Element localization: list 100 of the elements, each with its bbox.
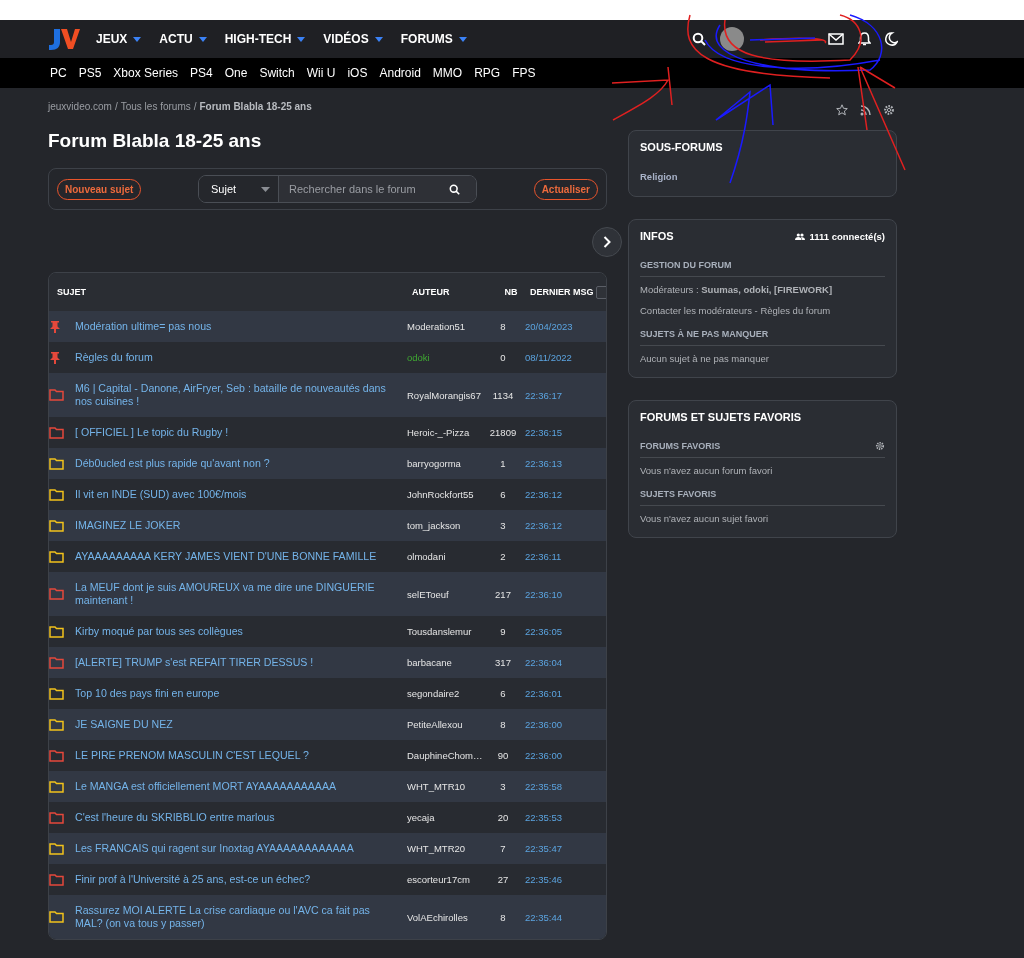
- last-message-time[interactable]: 22:36:01: [522, 687, 588, 700]
- last-message-time[interactable]: 22:36:15: [522, 426, 588, 439]
- last-message-time[interactable]: 22:36:13: [522, 457, 588, 470]
- section-heading: SUJETS FAVORIS: [640, 489, 717, 499]
- topic-link[interactable]: Il vit en INDE (SUD) avec 100€/mois: [75, 488, 404, 501]
- last-message-time[interactable]: 22:36:00: [522, 749, 588, 762]
- topic-link[interactable]: Règles du forum: [75, 351, 404, 364]
- author-name[interactable]: tom_jackson: [404, 519, 484, 532]
- last-message-time[interactable]: 22:36:12: [522, 488, 588, 501]
- folder-icon: [49, 811, 64, 824]
- topic-link[interactable]: Top 10 des pays fini en europe: [75, 687, 404, 700]
- platform-link[interactable]: Xbox Series: [113, 66, 179, 80]
- last-message-time[interactable]: 08/11/2022: [522, 351, 588, 364]
- nav-menu-item[interactable]: HIGH-TECH: [224, 32, 306, 46]
- star-icon[interactable]: [836, 104, 848, 116]
- platform-link[interactable]: PS5: [78, 66, 102, 80]
- author-name[interactable]: WHT_MTR20: [404, 842, 484, 855]
- subforum-link[interactable]: Religion: [640, 167, 885, 186]
- last-message-time[interactable]: 22:36:04: [522, 656, 588, 669]
- topic-link[interactable]: Finir prof à l'Université à 25 ans, est-ce un échec?: [75, 873, 404, 886]
- author-name[interactable]: escorteur17cm: [404, 873, 484, 886]
- author-name[interactable]: Tousdanslemur: [404, 625, 484, 638]
- folder-icon: [49, 873, 64, 886]
- platform-link[interactable]: Wii U: [306, 66, 336, 80]
- last-message-time[interactable]: 22:36:12: [522, 519, 588, 532]
- folder-icon: [49, 656, 64, 669]
- topic-link[interactable]: M6 | Capital - Danone, AirFryer, Seb : bataille de nouveautés dans nos cuisines !: [75, 382, 404, 408]
- author-name[interactable]: odoki: [404, 351, 484, 364]
- rss-icon[interactable]: [860, 104, 871, 116]
- author-name[interactable]: yecaja: [404, 811, 484, 824]
- breadcrumb-link[interactable]: Tous les forums: [120, 100, 191, 112]
- platform-link[interactable]: Android: [379, 66, 421, 80]
- author-name[interactable]: barryogorma: [404, 457, 484, 470]
- author-name[interactable]: RoyalMorangis67: [404, 388, 484, 402]
- info-text: Modérateurs : Suumas, odoki, [FIREWORK]: [640, 283, 834, 297]
- author-name[interactable]: WHT_MTR10: [404, 780, 484, 793]
- nav-menu-item[interactable]: ACTU: [159, 32, 207, 46]
- author-name[interactable]: Moderation51: [404, 320, 484, 333]
- platform-link[interactable]: iOS: [347, 66, 368, 80]
- topic-link[interactable]: Modération ultime= pas nous: [75, 320, 404, 333]
- author-name[interactable]: selEToeuf: [404, 587, 484, 601]
- platform-link[interactable]: PS4: [190, 66, 213, 80]
- topic-link[interactable]: [ OFFICIEL ] Le topic du Rugby !: [75, 426, 404, 439]
- folder-icon: [49, 550, 64, 563]
- reply-count: 6: [499, 488, 507, 501]
- author-name[interactable]: VolAEchirolles: [404, 910, 484, 924]
- settings-icon[interactable]: [883, 104, 895, 116]
- last-message-time[interactable]: 22:36:10: [522, 587, 588, 601]
- moon-icon[interactable]: [885, 32, 898, 46]
- topic-link[interactable]: LE PIRE PRENOM MASCULIN C'EST LEQUEL ?: [75, 749, 404, 762]
- last-message-time[interactable]: 22:35:44: [522, 910, 588, 924]
- settings-icon[interactable]: [875, 441, 885, 451]
- nav-menu-item[interactable]: FORUMS: [400, 32, 467, 46]
- author-name[interactable]: JohnRockfort55: [404, 488, 484, 501]
- select-all-checkbox[interactable]: [596, 285, 606, 299]
- topic-link[interactable]: Les FRANCAIS qui ragent sur Inoxtag AYAAAAAAAAAAAA: [75, 842, 404, 855]
- platform-link[interactable]: Switch: [259, 66, 295, 80]
- author-name[interactable]: DauphineChom…: [404, 749, 484, 762]
- author-name[interactable]: segondaire2: [404, 687, 484, 700]
- topic-link[interactable]: Déb0ucled est plus rapide qu'avant non ?: [75, 457, 404, 470]
- last-message-time[interactable]: 22:35:46: [522, 873, 588, 886]
- reply-count: 21809: [488, 426, 518, 439]
- topic-link[interactable]: La MEUF dont je suis AMOUREUX va me dire une DINGUERIE maintenant !: [75, 581, 404, 607]
- last-message-time[interactable]: 22:35:47: [522, 842, 588, 855]
- topic-link[interactable]: Rassurez MOI ALERTE La crise cardiaque ou l'AVC ca fait pas MAL? (on va tous y passer): [75, 904, 404, 930]
- platform-link[interactable]: RPG: [474, 66, 501, 80]
- topic-link[interactable]: IMAGINEZ LE JOKER: [75, 519, 404, 532]
- topic-link[interactable]: Le MANGA est officiellement MORT AYAAAAAAAAAAA: [75, 780, 404, 793]
- nav-menu-item[interactable]: JEUX: [96, 32, 142, 46]
- folder-icon: [49, 718, 64, 731]
- topic-link[interactable]: C'est l'heure du SKRIBBLIO entre marlous: [75, 811, 404, 824]
- last-message-time[interactable]: 22:36:05: [522, 625, 588, 638]
- next-page-button[interactable]: [592, 227, 622, 257]
- mail-icon[interactable]: [828, 33, 844, 45]
- site-logo[interactable]: [48, 27, 80, 51]
- last-message-time[interactable]: 22:35:53: [522, 811, 588, 824]
- platform-link[interactable]: PC: [50, 66, 67, 80]
- topic-link[interactable]: AYAAAAAAAAA KERY JAMES VIENT D'UNE BONNE FAMILLE: [75, 550, 404, 563]
- author-name[interactable]: PetiteAllexou: [404, 718, 484, 731]
- topic-link[interactable]: JE SAIGNE DU NEZ: [75, 718, 404, 731]
- last-message-time[interactable]: 22:36:00: [522, 718, 588, 731]
- author-name[interactable]: Heroic-_-Pizza: [404, 426, 484, 439]
- nav-menu-item[interactable]: VIDÉOS: [323, 32, 383, 46]
- author-name[interactable]: olmodani: [404, 550, 484, 563]
- search-icon[interactable]: [692, 32, 706, 46]
- platform-link[interactable]: FPS: [512, 66, 536, 80]
- last-message-time[interactable]: 22:36:17: [522, 388, 588, 402]
- platform-link[interactable]: MMO: [432, 66, 463, 80]
- platform-link[interactable]: One: [224, 66, 248, 80]
- reply-count: 8: [499, 718, 507, 731]
- column-header: AUTEUR: [412, 287, 451, 297]
- author-name[interactable]: barbacane: [404, 656, 484, 669]
- last-message-time[interactable]: 22:35:58: [522, 780, 588, 793]
- reply-count: 317: [494, 656, 512, 669]
- breadcrumb-link[interactable]: jeuxvideo.com: [48, 100, 112, 112]
- last-message-time[interactable]: 20/04/2023: [522, 320, 588, 333]
- bell-icon[interactable]: [858, 32, 871, 46]
- last-message-time[interactable]: 22:36:11: [522, 550, 588, 563]
- topic-link[interactable]: Kirby moqué par tous ses collègues: [75, 625, 404, 638]
- topic-link[interactable]: [ALERTE] TRUMP s'est REFAIT TIRER DESSUS !: [75, 656, 404, 669]
